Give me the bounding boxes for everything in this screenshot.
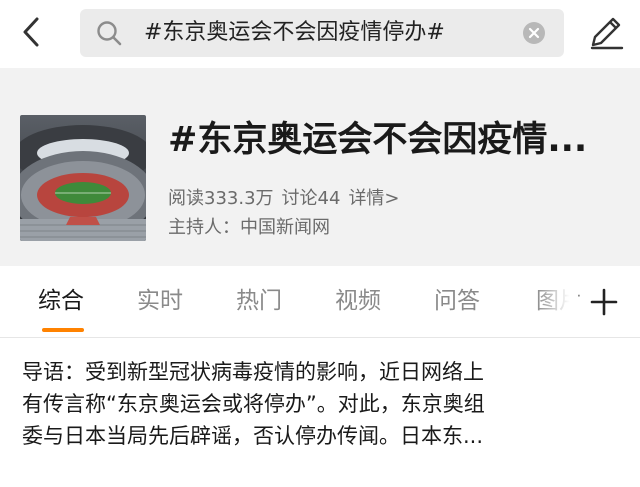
topic-stats: 阅读333.3万 讨论44 详情> — [168, 187, 408, 211]
topic-title: #东京奥运会不会因疫情... — [168, 120, 588, 160]
topic-host: 主持人：中国新闻网 — [168, 217, 330, 238]
intro-line: 有传言称“东京奥运会或将停办”。对此，东京奥组 — [22, 392, 485, 416]
read-count: 阅读333.3万 — [168, 188, 274, 209]
tab-overflow-fade — [536, 274, 578, 330]
plus-icon — [590, 288, 618, 316]
details-link[interactable]: 详情> — [348, 188, 399, 209]
stadium-image — [20, 115, 146, 241]
active-tab-indicator — [42, 328, 84, 332]
clear-circle-icon[interactable] — [522, 21, 546, 45]
topic-intro[interactable]: 导语：受到新型冠状病毒疫情的影响，近日网络上 有传言称“东京奥运会或将停办”。对… — [22, 356, 622, 452]
intro-line: 导语：受到新型冠状病毒疫情的影响，近日网络上 — [22, 360, 484, 384]
top-search-bar: #东京奥运会不会因疫情停办# — [0, 0, 640, 68]
search-icon — [97, 21, 122, 46]
compose-button[interactable] — [586, 12, 626, 52]
tab-bar: 综合 实时 热门 视频 问答 图片 — [0, 266, 640, 338]
tab-hot[interactable]: 热门 — [236, 286, 282, 316]
pencil-icon — [590, 17, 624, 50]
search-box[interactable]: #东京奥运会不会因疫情停办# — [80, 9, 564, 57]
add-tab-button[interactable] — [588, 286, 620, 318]
tab-comprehensive[interactable]: 综合 — [38, 286, 84, 316]
intro-line: 委与日本当局先后辟谣，否认停办传闻。日本东... — [22, 424, 484, 448]
topic-header: #东京奥运会不会因疫情... 阅读333.3万 讨论44 详情> 主持人：中国新闻网 — [0, 68, 640, 266]
discussion-count: 讨论44 — [281, 188, 341, 209]
tab-video[interactable]: 视频 — [335, 286, 381, 316]
tab-realtime[interactable]: 实时 — [137, 286, 183, 316]
back-button[interactable] — [14, 14, 50, 50]
search-input[interactable]: #东京奥运会不会因疫情停办# — [144, 19, 445, 47]
topic-cover-image[interactable] — [20, 115, 146, 241]
tab-qa[interactable]: 问答 — [434, 286, 480, 316]
chevron-left-icon — [23, 17, 39, 47]
